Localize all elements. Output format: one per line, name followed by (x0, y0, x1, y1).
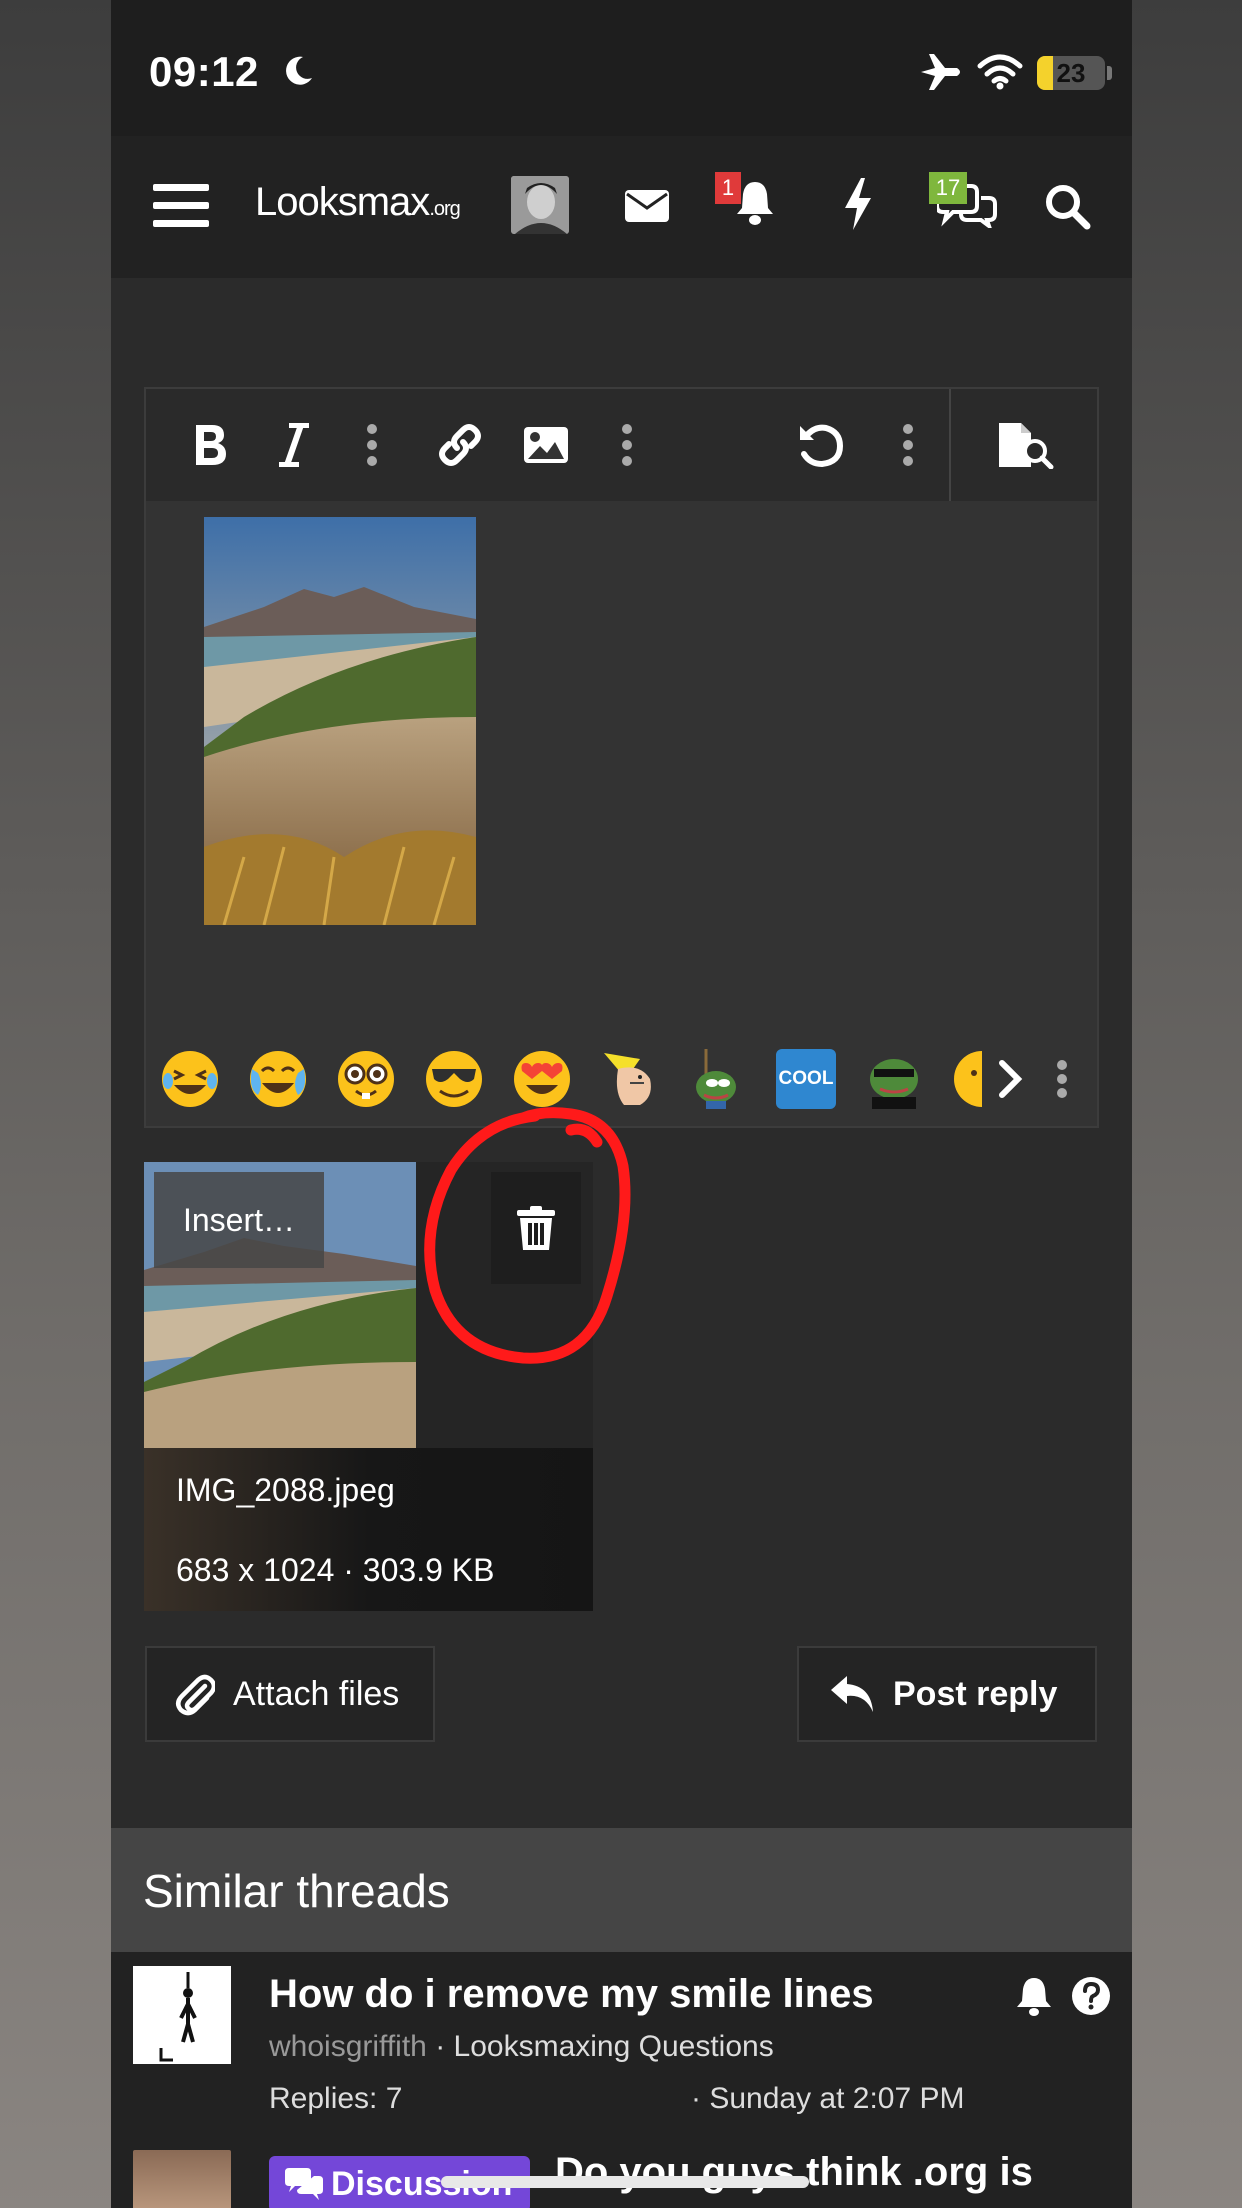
battery-icon: 23 (1037, 56, 1105, 90)
more-vertical-icon[interactable] (346, 419, 398, 471)
conversation-badge: 17 (929, 172, 967, 204)
similar-threads-title: Similar threads (143, 1865, 450, 1917)
bold-icon[interactable] (184, 419, 236, 471)
reply-editor[interactable]: COOL (144, 387, 1099, 1128)
thread-date: · Sunday at 2:07 PM (691, 2082, 965, 2115)
nerd-emoji[interactable] (336, 1049, 396, 1109)
battery-tip (1107, 66, 1112, 80)
preview-icon[interactable] (992, 419, 1058, 471)
more-vertical-icon[interactable] (1052, 1049, 1072, 1109)
editor-content[interactable]: COOL (146, 501, 1097, 1126)
logo-main: Looksmax (255, 180, 430, 224)
question-icon[interactable] (1071, 1976, 1111, 2016)
laughing-emoji[interactable] (160, 1049, 220, 1109)
thread-replies: Replies: 7 (269, 2082, 403, 2115)
discussion-icon (285, 2168, 323, 2200)
logo-suffix: .org (429, 198, 460, 220)
post-reply-label: Post reply (893, 1674, 1058, 1713)
home-indicator (441, 2176, 809, 2188)
pepe-sunglasses-emoji[interactable] (864, 1049, 924, 1109)
embedded-image[interactable] (204, 517, 476, 925)
annotation-circle (424, 1107, 631, 1364)
status-time: 09:12 (149, 48, 259, 95)
more-vertical-icon[interactable] (601, 419, 653, 471)
avatar-portrait (511, 176, 569, 234)
envelope-icon[interactable] (625, 186, 669, 224)
status-bar: 09:12 23 (111, 0, 1132, 136)
moon-icon (286, 56, 312, 85)
thread-author[interactable]: whoisgriffith (269, 2030, 427, 2063)
image-icon[interactable] (520, 419, 572, 471)
more-vertical-icon[interactable] (882, 419, 934, 471)
thread-title[interactable]: How do i remove my smile lines (269, 1972, 874, 2017)
undo-icon[interactable] (794, 419, 846, 471)
reply-icon (831, 1676, 873, 1712)
notification-badge: 1 (715, 172, 741, 204)
similar-threads-header: Similar threads (111, 1828, 1132, 1952)
hanging-figure-avatar (133, 1966, 231, 2064)
cool-emoji[interactable]: COOL (776, 1049, 836, 1109)
pepe-hang-emoji[interactable] (686, 1049, 746, 1109)
toolbar-divider (949, 389, 951, 501)
crying-laughing-emoji[interactable] (248, 1049, 308, 1109)
bolt-icon[interactable] (841, 178, 875, 230)
file-info: IMG_2088.jpeg 683 x 1024 · 303.9 KB (144, 1448, 593, 1611)
file-meta: 683 x 1024 · 303.9 KB (176, 1552, 495, 1588)
menu-icon[interactable] (153, 182, 209, 230)
attach-files-label: Attach files (233, 1674, 400, 1713)
post-reply-button[interactable]: Post reply (797, 1646, 1097, 1742)
wifi-icon (977, 54, 1023, 90)
thread-title[interactable]: Do you guys think .org is (555, 2150, 1033, 2195)
thread-avatar[interactable] (133, 1966, 231, 2064)
search-icon[interactable] (1043, 182, 1091, 230)
airplane-icon (921, 54, 960, 90)
similar-threads-list: How do i remove my smile lines whoisgrif… (111, 1952, 1132, 2208)
file-name: IMG_2088.jpeg (176, 1472, 395, 1508)
phone-screen: 09:12 23 Looksmax.org 1 17 COOL Insert… … (111, 0, 1132, 2208)
paperclip-icon (176, 1674, 215, 1716)
background-right (1132, 0, 1242, 2208)
thread-forum[interactable]: · Looksmaxing Questions (427, 2030, 774, 2063)
link-icon[interactable] (434, 419, 486, 471)
site-logo[interactable]: Looksmax.org (255, 180, 461, 225)
background-left (0, 0, 111, 2208)
italic-icon[interactable] (268, 419, 320, 471)
bell-icon[interactable] (735, 180, 775, 226)
avatar[interactable] (511, 176, 569, 234)
editor-toolbar (146, 389, 1097, 501)
thread-meta: whoisgriffith · Looksmaxing Questions (269, 2030, 774, 2064)
attach-files-button[interactable]: Attach files (145, 1646, 435, 1742)
battery-level: 23 (1056, 58, 1086, 88)
chevron-right-icon[interactable] (990, 1049, 1030, 1109)
partial-emoji[interactable] (952, 1049, 982, 1109)
navbar: Looksmax.org 1 17 (111, 136, 1132, 278)
insert-button[interactable]: Insert… (154, 1172, 324, 1268)
thread-avatar[interactable] (133, 2150, 231, 2208)
bell-icon[interactable] (1015, 1976, 1053, 2018)
